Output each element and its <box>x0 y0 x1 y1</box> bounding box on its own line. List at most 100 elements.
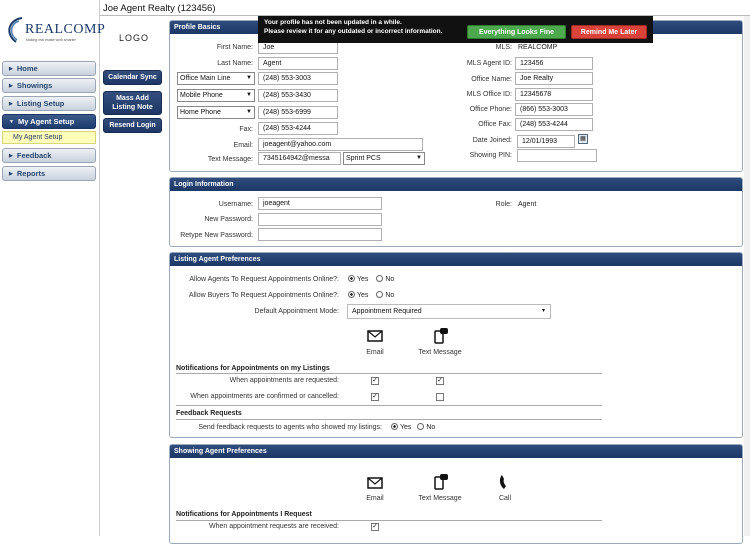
email-input[interactable]: joeagent@yahoo.com <box>258 138 423 151</box>
mass-add-listing-note-button[interactable]: Mass Add Listing Note <box>103 91 162 115</box>
radio-no-label: No <box>385 276 395 283</box>
logo-placeholder: LOGO <box>119 33 150 43</box>
text-column-label: Text Message <box>418 349 462 356</box>
office-fax-label: Office Fax: <box>478 121 512 128</box>
allow-buyers-radio-group: Yes No <box>348 291 394 299</box>
select-value: Appointment Required <box>352 308 422 315</box>
phone3-type-select[interactable]: Home Phone ▼ <box>177 106 255 119</box>
chevron-down-icon: ▾ <box>541 308 545 314</box>
office-name-value: Joe Realty <box>515 72 593 85</box>
select-value: Sprint PCS <box>346 155 381 162</box>
panel-header: Login Information <box>170 178 742 191</box>
sidebar-item-label: My Agent Setup <box>17 117 75 126</box>
sidebar-item-label: Showings <box>16 81 53 90</box>
phone3-input[interactable]: (248) 553-6999 <box>258 106 338 119</box>
chevron-down-icon: ▼ <box>9 119 14 125</box>
allow-buyers-label: Allow Buyers To Request Appointments Onl… <box>188 292 339 299</box>
office-name-label: Office Name: <box>471 76 512 83</box>
fax-input[interactable]: (248) 553-4244 <box>258 122 338 135</box>
phone2-input[interactable]: (248) 553-3430 <box>258 89 338 102</box>
text-column-label: Text Message <box>418 495 462 502</box>
showing-pin-input[interactable] <box>517 149 597 162</box>
scrollbar[interactable] <box>744 16 750 536</box>
first-name-label: First Name: <box>216 44 253 51</box>
retype-password-input[interactable] <box>258 228 382 241</box>
text-message-icon <box>434 474 448 490</box>
feedback-radio-group: Yes No <box>391 423 435 431</box>
panel-header: Listing Agent Preferences <box>170 253 742 266</box>
requested-email-checkbox[interactable]: ✓ <box>371 377 379 385</box>
brand-tagline: Making real estate work smarter <box>26 38 76 42</box>
profile-update-notice: Your profile has not been updated in a w… <box>258 16 653 43</box>
mls-label: MLS: <box>495 44 512 51</box>
sidebar-item-label: Listing Setup <box>16 99 65 108</box>
allow-agents-yes-radio[interactable] <box>348 275 355 282</box>
remind-me-later-button[interactable]: Remind Me Later <box>571 25 647 39</box>
feedback-requests-heading: Feedback Requests <box>176 410 242 417</box>
new-password-input[interactable] <box>258 213 382 226</box>
resend-login-button[interactable]: Resend Login <box>103 118 162 133</box>
default-mode-label: Default Appointment Mode: <box>254 308 339 315</box>
email-icon <box>367 477 383 489</box>
allow-buyers-no-radio[interactable] <box>376 291 384 298</box>
login-information-panel: Login Information <box>169 177 743 247</box>
text-message-icon <box>434 328 448 344</box>
phone1-type-select[interactable]: Office Main Line ▼ <box>177 72 255 85</box>
default-mode-select[interactable]: Appointment Required ▾ <box>347 304 551 319</box>
select-value: Mobile Phone <box>180 92 223 99</box>
chevron-down-icon: ▼ <box>416 155 422 161</box>
received-email-checkbox[interactable]: ✓ <box>371 523 379 531</box>
panel-header: Showing Agent Preferences <box>170 445 742 458</box>
select-value: Office Main Line <box>180 75 231 82</box>
sidebar-item-showings[interactable]: ▶ Showings <box>2 78 96 93</box>
notifications-listings-heading: Notifications for Appointments on my Lis… <box>176 365 330 372</box>
feedback-yes-radio[interactable] <box>391 423 398 430</box>
text-message-input[interactable]: 7345164942@messa <box>258 152 341 165</box>
confirmed-email-checkbox[interactable]: ✓ <box>371 393 379 401</box>
date-joined-input[interactable]: 12/01/1993 <box>517 135 575 148</box>
confirmed-text-checkbox[interactable] <box>436 393 444 401</box>
sidebar-item-my-agent-setup[interactable]: ▼ My Agent Setup <box>2 114 96 129</box>
mls-agent-id-label: MLS Agent ID: <box>466 60 512 67</box>
office-phone-label: Office Phone: <box>469 106 512 113</box>
swoosh-icon <box>8 17 23 43</box>
mls-agent-id-value: 123456 <box>515 57 593 70</box>
sidebar-item-listing-setup[interactable]: ▶ Listing Setup <box>2 96 96 111</box>
divider <box>176 405 602 406</box>
phone-call-icon <box>499 475 506 489</box>
sidebar-item-home[interactable]: ▶ Home <box>2 61 96 76</box>
new-password-label: New Password: <box>204 216 253 223</box>
allow-buyers-yes-radio[interactable] <box>348 291 355 298</box>
chevron-right-icon: ▶ <box>9 83 13 89</box>
divider <box>176 373 602 374</box>
notifications-requests-heading: Notifications for Appointments I Request <box>176 511 312 518</box>
requested-text-checkbox[interactable]: ✓ <box>436 377 444 385</box>
allow-agents-radio-group: Yes No <box>348 275 394 283</box>
feedback-no-radio[interactable] <box>417 423 425 430</box>
office-phone-value: (866) 553-3003 <box>515 103 593 116</box>
sidebar-item-reports[interactable]: ▶ Reports <box>2 166 96 181</box>
phone2-type-select[interactable]: Mobile Phone ▼ <box>177 89 255 102</box>
text-message-label: Text Message: <box>207 156 253 163</box>
phone1-input[interactable]: (248) 553-3003 <box>258 72 338 85</box>
role-label: Role: <box>495 201 512 208</box>
radio-no-label: No <box>426 424 436 431</box>
carrier-select[interactable]: Sprint PCS ▼ <box>343 152 425 165</box>
username-label: Username: <box>218 201 253 208</box>
call-column-label: Call <box>498 495 512 502</box>
radio-no-label: No <box>385 292 395 299</box>
sidebar-item-feedback[interactable]: ▶ Feedback <box>2 148 96 163</box>
calendar-icon[interactable]: ▦ <box>578 134 588 144</box>
everything-looks-fine-button[interactable]: Everything Looks Fine <box>467 25 566 39</box>
calendar-sync-button[interactable]: Calendar Sync <box>103 70 162 85</box>
brand-name: REALCOMP <box>25 22 106 37</box>
sidebar-subitem-my-agent-setup[interactable]: My Agent Setup <box>2 131 96 144</box>
select-value: Home Phone <box>180 109 221 116</box>
chevron-down-icon: ▼ <box>246 109 252 115</box>
allow-agents-no-radio[interactable] <box>376 275 384 282</box>
sidebar-item-label: Reports <box>16 169 46 178</box>
username-input[interactable]: joeagent <box>258 197 382 210</box>
sidebar-item-label: Feedback <box>16 151 52 160</box>
last-name-input[interactable]: Agent <box>258 57 338 70</box>
chevron-right-icon: ▶ <box>9 153 13 159</box>
